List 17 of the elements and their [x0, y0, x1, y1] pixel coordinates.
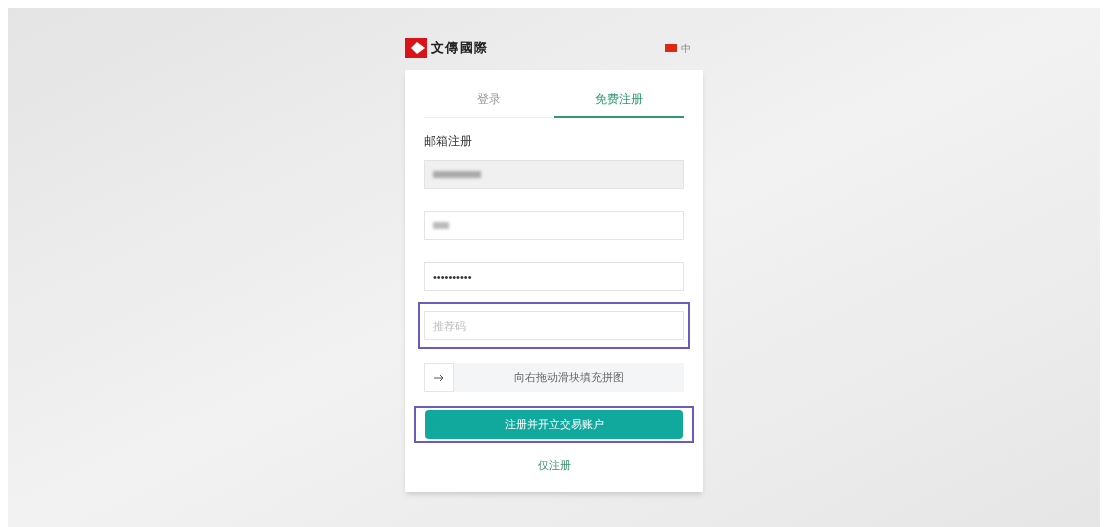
logo-icon [405, 38, 427, 58]
redacted-value [433, 222, 449, 229]
flag-icon [665, 44, 677, 52]
redacted-value [433, 171, 481, 178]
arrow-right-icon [434, 373, 444, 382]
tab[interactable]: 免费注册 [554, 90, 684, 118]
register-only-link[interactable]: 仅注册 [537, 457, 571, 474]
input-field[interactable] [424, 211, 684, 240]
input-field[interactable]: •••••••••• [424, 262, 684, 291]
tab[interactable]: 登录 [424, 90, 554, 118]
slider-hint: 向右拖动滑块填充拼图 [513, 370, 625, 386]
slider-handle[interactable] [424, 363, 454, 392]
input-field[interactable]: 推荐码 [424, 311, 684, 340]
register-and-open-account-button[interactable]: 注册并开立交易账户 [425, 410, 683, 439]
brand-name: 文傳國際 [431, 39, 489, 58]
form-heading: 邮箱注册 [424, 133, 473, 150]
language-button[interactable]: 中 [681, 40, 691, 56]
